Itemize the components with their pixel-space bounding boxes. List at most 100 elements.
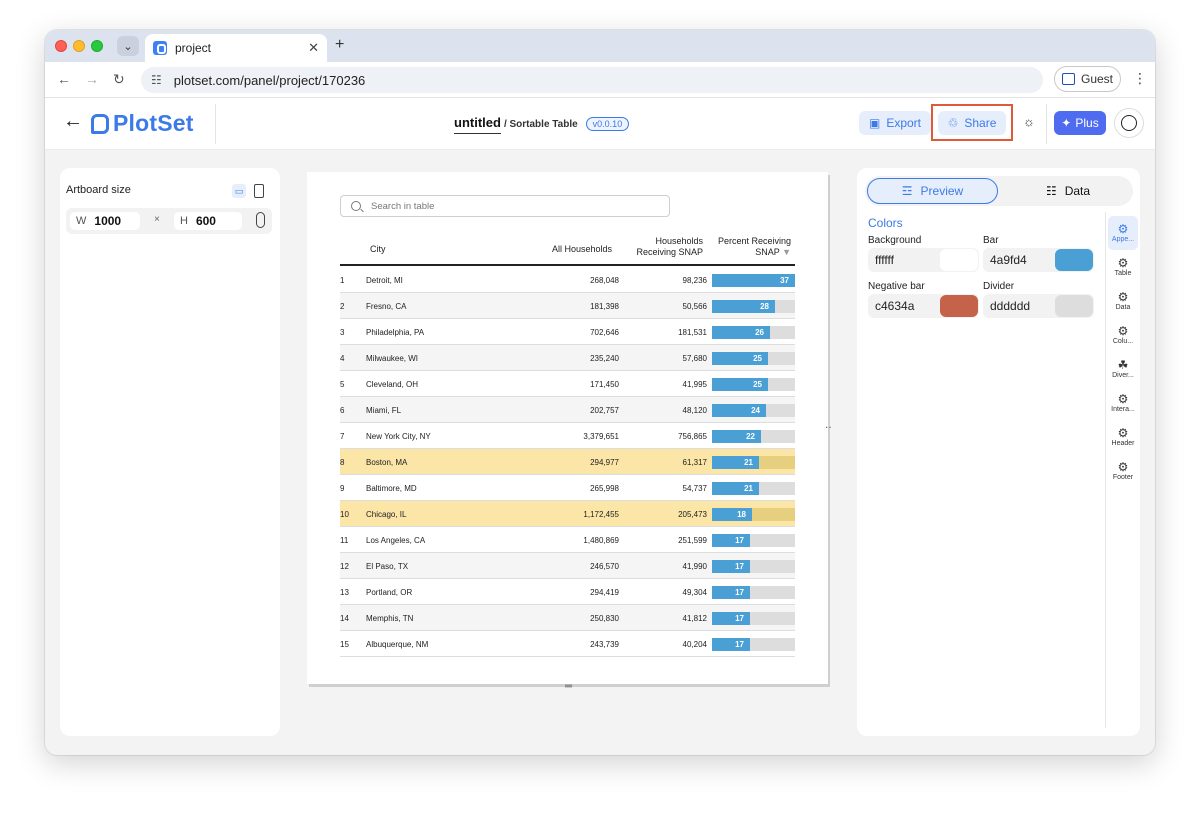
forward-arrow-icon[interactable]: → bbox=[85, 71, 99, 87]
sidebar-item-header[interactable]: ⚙ Header bbox=[1108, 420, 1138, 454]
header-all-households[interactable]: All Households bbox=[552, 244, 612, 255]
guest-profile-button[interactable]: Guest bbox=[1054, 66, 1121, 92]
all-households-cell: 1,172,455 bbox=[583, 510, 619, 519]
table-row[interactable]: 9 Baltimore, MD 265,998 54,737 21 bbox=[340, 475, 795, 501]
times-sign: × bbox=[154, 214, 160, 225]
bar-color-input[interactable]: 4a9fd4 bbox=[983, 248, 1094, 272]
site-settings-icon[interactable]: ☷ bbox=[151, 73, 162, 87]
divider-color-swatch[interactable] bbox=[1055, 295, 1093, 317]
address-toolbar: ← → ↻ ☷ plotset.com/panel/project/170236… bbox=[45, 62, 1155, 98]
table-row[interactable]: 14 Memphis, TN 250,830 41,812 17 bbox=[340, 605, 795, 631]
all-households-cell: 294,977 bbox=[590, 458, 619, 467]
version-badge: v0.0.10 bbox=[585, 117, 630, 131]
back-arrow-icon[interactable]: ← bbox=[63, 110, 83, 133]
percent-bar-track: 37 bbox=[712, 274, 795, 287]
percent-bar: 21 bbox=[712, 456, 759, 469]
rank-cell: 2 bbox=[340, 302, 345, 311]
maximize-window-button[interactable] bbox=[91, 40, 103, 52]
bar-color-label: Bar bbox=[983, 235, 999, 246]
browser-menu-icon[interactable]: ⋮ bbox=[1133, 70, 1147, 87]
theme-toggle-sun-icon[interactable]: ☼ bbox=[1023, 114, 1035, 129]
resize-handle-icon[interactable]: ═ bbox=[565, 681, 572, 692]
share-button[interactable]: ♲ Share bbox=[938, 110, 1006, 135]
tab-data[interactable]: ☷ Data bbox=[1005, 178, 1131, 204]
user-icon bbox=[1121, 115, 1137, 131]
mobile-preview-icon[interactable] bbox=[254, 184, 264, 198]
divider-color-label: Divider bbox=[983, 281, 1015, 292]
table-row[interactable]: 5 Cleveland, OH 171,450 41,995 25 bbox=[340, 371, 795, 397]
background-color-swatch[interactable] bbox=[940, 249, 978, 271]
tab-preview[interactable]: ☲ Preview bbox=[867, 178, 998, 204]
sidebar-item-data[interactable]: ⚙ Data bbox=[1108, 284, 1138, 318]
side-resize-handle-icon[interactable]: ‥ bbox=[825, 420, 832, 431]
negative-bar-color-swatch[interactable] bbox=[940, 295, 978, 317]
sidebar-item-table[interactable]: ⚙ Table bbox=[1108, 250, 1138, 284]
url-text: plotset.com/panel/project/170236 bbox=[173, 72, 366, 88]
table-row[interactable]: 8 Boston, MA 294,977 61,317 21 bbox=[340, 449, 795, 475]
address-bar[interactable]: ☷ plotset.com/panel/project/170236 bbox=[141, 67, 1043, 93]
all-households-cell: 265,998 bbox=[590, 484, 619, 493]
percent-bar-track: 17 bbox=[712, 638, 795, 651]
all-households-cell: 702,646 bbox=[590, 328, 619, 337]
table-row[interactable]: 10 Chicago, IL 1,172,455 205,473 18 bbox=[340, 501, 795, 527]
table-row[interactable]: 7 New York City, NY 3,379,651 756,865 22 bbox=[340, 423, 795, 449]
sidebar-item-interaction[interactable]: ⚙ Intera... bbox=[1108, 386, 1138, 420]
table-row[interactable]: 1 Detroit, MI 268,048 98,236 37 bbox=[340, 267, 795, 293]
city-cell: Baltimore, MD bbox=[366, 484, 417, 493]
project-title[interactable]: untitled bbox=[454, 115, 501, 134]
city-cell: New York City, NY bbox=[366, 432, 431, 441]
table-row[interactable]: 6 Miami, FL 202,757 48,120 24 bbox=[340, 397, 795, 423]
all-households-cell: 202,757 bbox=[590, 406, 619, 415]
close-tab-icon[interactable]: ✕ bbox=[308, 40, 319, 56]
link-aspect-ratio-icon[interactable] bbox=[256, 212, 265, 228]
all-households-cell: 268,048 bbox=[590, 276, 619, 285]
sidebar-item-columns[interactable]: ⚙ Colu... bbox=[1108, 318, 1138, 352]
header-households-snap[interactable]: Households Receiving SNAP bbox=[636, 236, 703, 258]
table-row[interactable]: 12 El Paso, TX 246,570 41,990 17 bbox=[340, 553, 795, 579]
export-button[interactable]: ▣ Export bbox=[859, 111, 931, 135]
negative-bar-color-input[interactable]: c4634a bbox=[868, 294, 979, 318]
header-city[interactable]: City bbox=[370, 244, 386, 255]
households-snap-cell: 40,204 bbox=[682, 640, 707, 649]
bar-color-swatch[interactable] bbox=[1055, 249, 1093, 271]
sort-desc-icon[interactable]: ▼ bbox=[782, 247, 791, 257]
percent-bar-track: 17 bbox=[712, 534, 795, 547]
sidebar-item-footer[interactable]: ⚙ Footer bbox=[1108, 454, 1138, 488]
rank-cell: 6 bbox=[340, 406, 345, 415]
table-row[interactable]: 15 Albuquerque, NM 243,739 40,204 17 bbox=[340, 631, 795, 657]
percent-bar: 25 bbox=[712, 378, 768, 391]
sidebar-item-appearance[interactable]: ⚙ Appe... bbox=[1108, 216, 1138, 250]
table-row[interactable]: 2 Fresno, CA 181,398 50,566 28 bbox=[340, 293, 795, 319]
sidebar-item-diverging[interactable]: ☘ Diver... bbox=[1108, 352, 1138, 386]
table-row[interactable]: 4 Milwaukee, WI 235,240 57,680 25 bbox=[340, 345, 795, 371]
reload-icon[interactable]: ↻ bbox=[113, 71, 125, 88]
table-row[interactable]: 11 Los Angeles, CA 1,480,869 251,599 17 bbox=[340, 527, 795, 553]
gear-icon: ⚙ bbox=[1117, 460, 1129, 474]
artboard-settings-panel: Artboard size ▭ W 1000 × H 600 bbox=[60, 168, 280, 736]
plotset-logo[interactable]: PlotSet bbox=[91, 110, 194, 137]
table-body: 1 Detroit, MI 268,048 98,236 37 2 Fresno, CA 18… bbox=[340, 267, 795, 657]
preview-label: Preview bbox=[920, 184, 964, 198]
new-tab-button[interactable]: + bbox=[335, 36, 344, 54]
city-cell: Cleveland, OH bbox=[366, 380, 419, 389]
minimize-window-button[interactable] bbox=[73, 40, 85, 52]
desktop-preview-icon[interactable]: ▭ bbox=[232, 184, 246, 198]
all-households-cell: 3,379,651 bbox=[583, 432, 619, 441]
table-search-input[interactable]: Search in table bbox=[340, 195, 670, 217]
close-window-button[interactable] bbox=[55, 40, 67, 52]
background-color-input[interactable]: ffffff bbox=[868, 248, 979, 272]
browser-tab[interactable]: project ✕ bbox=[145, 34, 327, 62]
divider-color-input[interactable]: dddddd bbox=[983, 294, 1094, 318]
plus-upgrade-button[interactable]: ✦ Plus bbox=[1054, 111, 1106, 135]
width-field[interactable]: W 1000 bbox=[70, 212, 140, 230]
header-percent-snap[interactable]: Percent Receiving SNAP ▼ bbox=[718, 236, 791, 258]
rank-cell: 4 bbox=[340, 354, 345, 363]
tab-search-chevron-icon[interactable]: ⌄ bbox=[117, 36, 139, 56]
rank-cell: 13 bbox=[340, 588, 349, 597]
table-row[interactable]: 13 Portland, OR 294,419 49,304 17 bbox=[340, 579, 795, 605]
user-avatar[interactable] bbox=[1114, 108, 1144, 138]
height-field[interactable]: H 600 bbox=[174, 212, 242, 230]
city-cell: Fresno, CA bbox=[366, 302, 407, 311]
table-row[interactable]: 3 Philadelphia, PA 702,646 181,531 26 bbox=[340, 319, 795, 345]
back-arrow-icon[interactable]: ← bbox=[57, 71, 71, 87]
